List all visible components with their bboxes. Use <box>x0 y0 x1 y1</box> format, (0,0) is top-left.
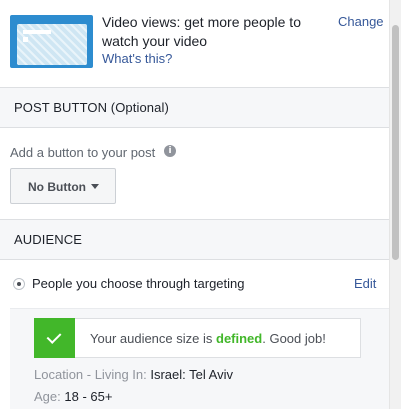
add-button-label: Add a button to your post <box>10 145 156 160</box>
targeting-option-label[interactable]: People you choose through targeting <box>32 276 245 291</box>
post-button-header: POST BUTTON (Optional) <box>0 87 389 128</box>
post-button-title: POST BUTTON (Optional) <box>14 100 169 115</box>
audience-size-notice: Your audience size is defined. Good job! <box>34 318 361 358</box>
audience-title: AUDIENCE <box>14 232 82 247</box>
edit-audience-link[interactable]: Edit <box>354 276 376 291</box>
info-icon[interactable]: i <box>164 145 176 157</box>
audience-size-message: Your audience size is defined. Good job! <box>90 331 326 346</box>
scrollbar-thumb[interactable] <box>392 25 399 260</box>
dropdown-value: No Button <box>28 180 86 194</box>
location-detail: Location - Living In: Israel: Tel Aviv <box>34 367 233 382</box>
change-objective-link[interactable]: Change <box>338 14 384 29</box>
objective-description: Video views: get more people to watch yo… <box>102 14 301 49</box>
post-button-section: Add a button to your post i No Button <box>0 128 389 218</box>
age-detail: Age: 18 - 65+ <box>34 389 113 404</box>
objective-row: Video views: get more people to watch yo… <box>0 0 389 87</box>
targeting-radio[interactable] <box>13 278 25 290</box>
audience-header: AUDIENCE <box>0 219 389 260</box>
post-button-dropdown[interactable]: No Button <box>10 168 116 204</box>
caret-down-icon <box>91 184 99 189</box>
boost-post-panel: Video views: get more people to watch yo… <box>0 0 389 409</box>
vertical-scrollbar[interactable] <box>389 0 401 409</box>
whats-this-link[interactable]: What's this? <box>102 51 172 66</box>
audience-details: Your audience size is defined. Good job!… <box>10 308 389 409</box>
video-views-thumbnail <box>10 15 93 68</box>
audience-section: People you choose through targeting Edit… <box>0 261 389 409</box>
check-icon <box>34 318 75 358</box>
audience-status: defined <box>216 331 263 346</box>
